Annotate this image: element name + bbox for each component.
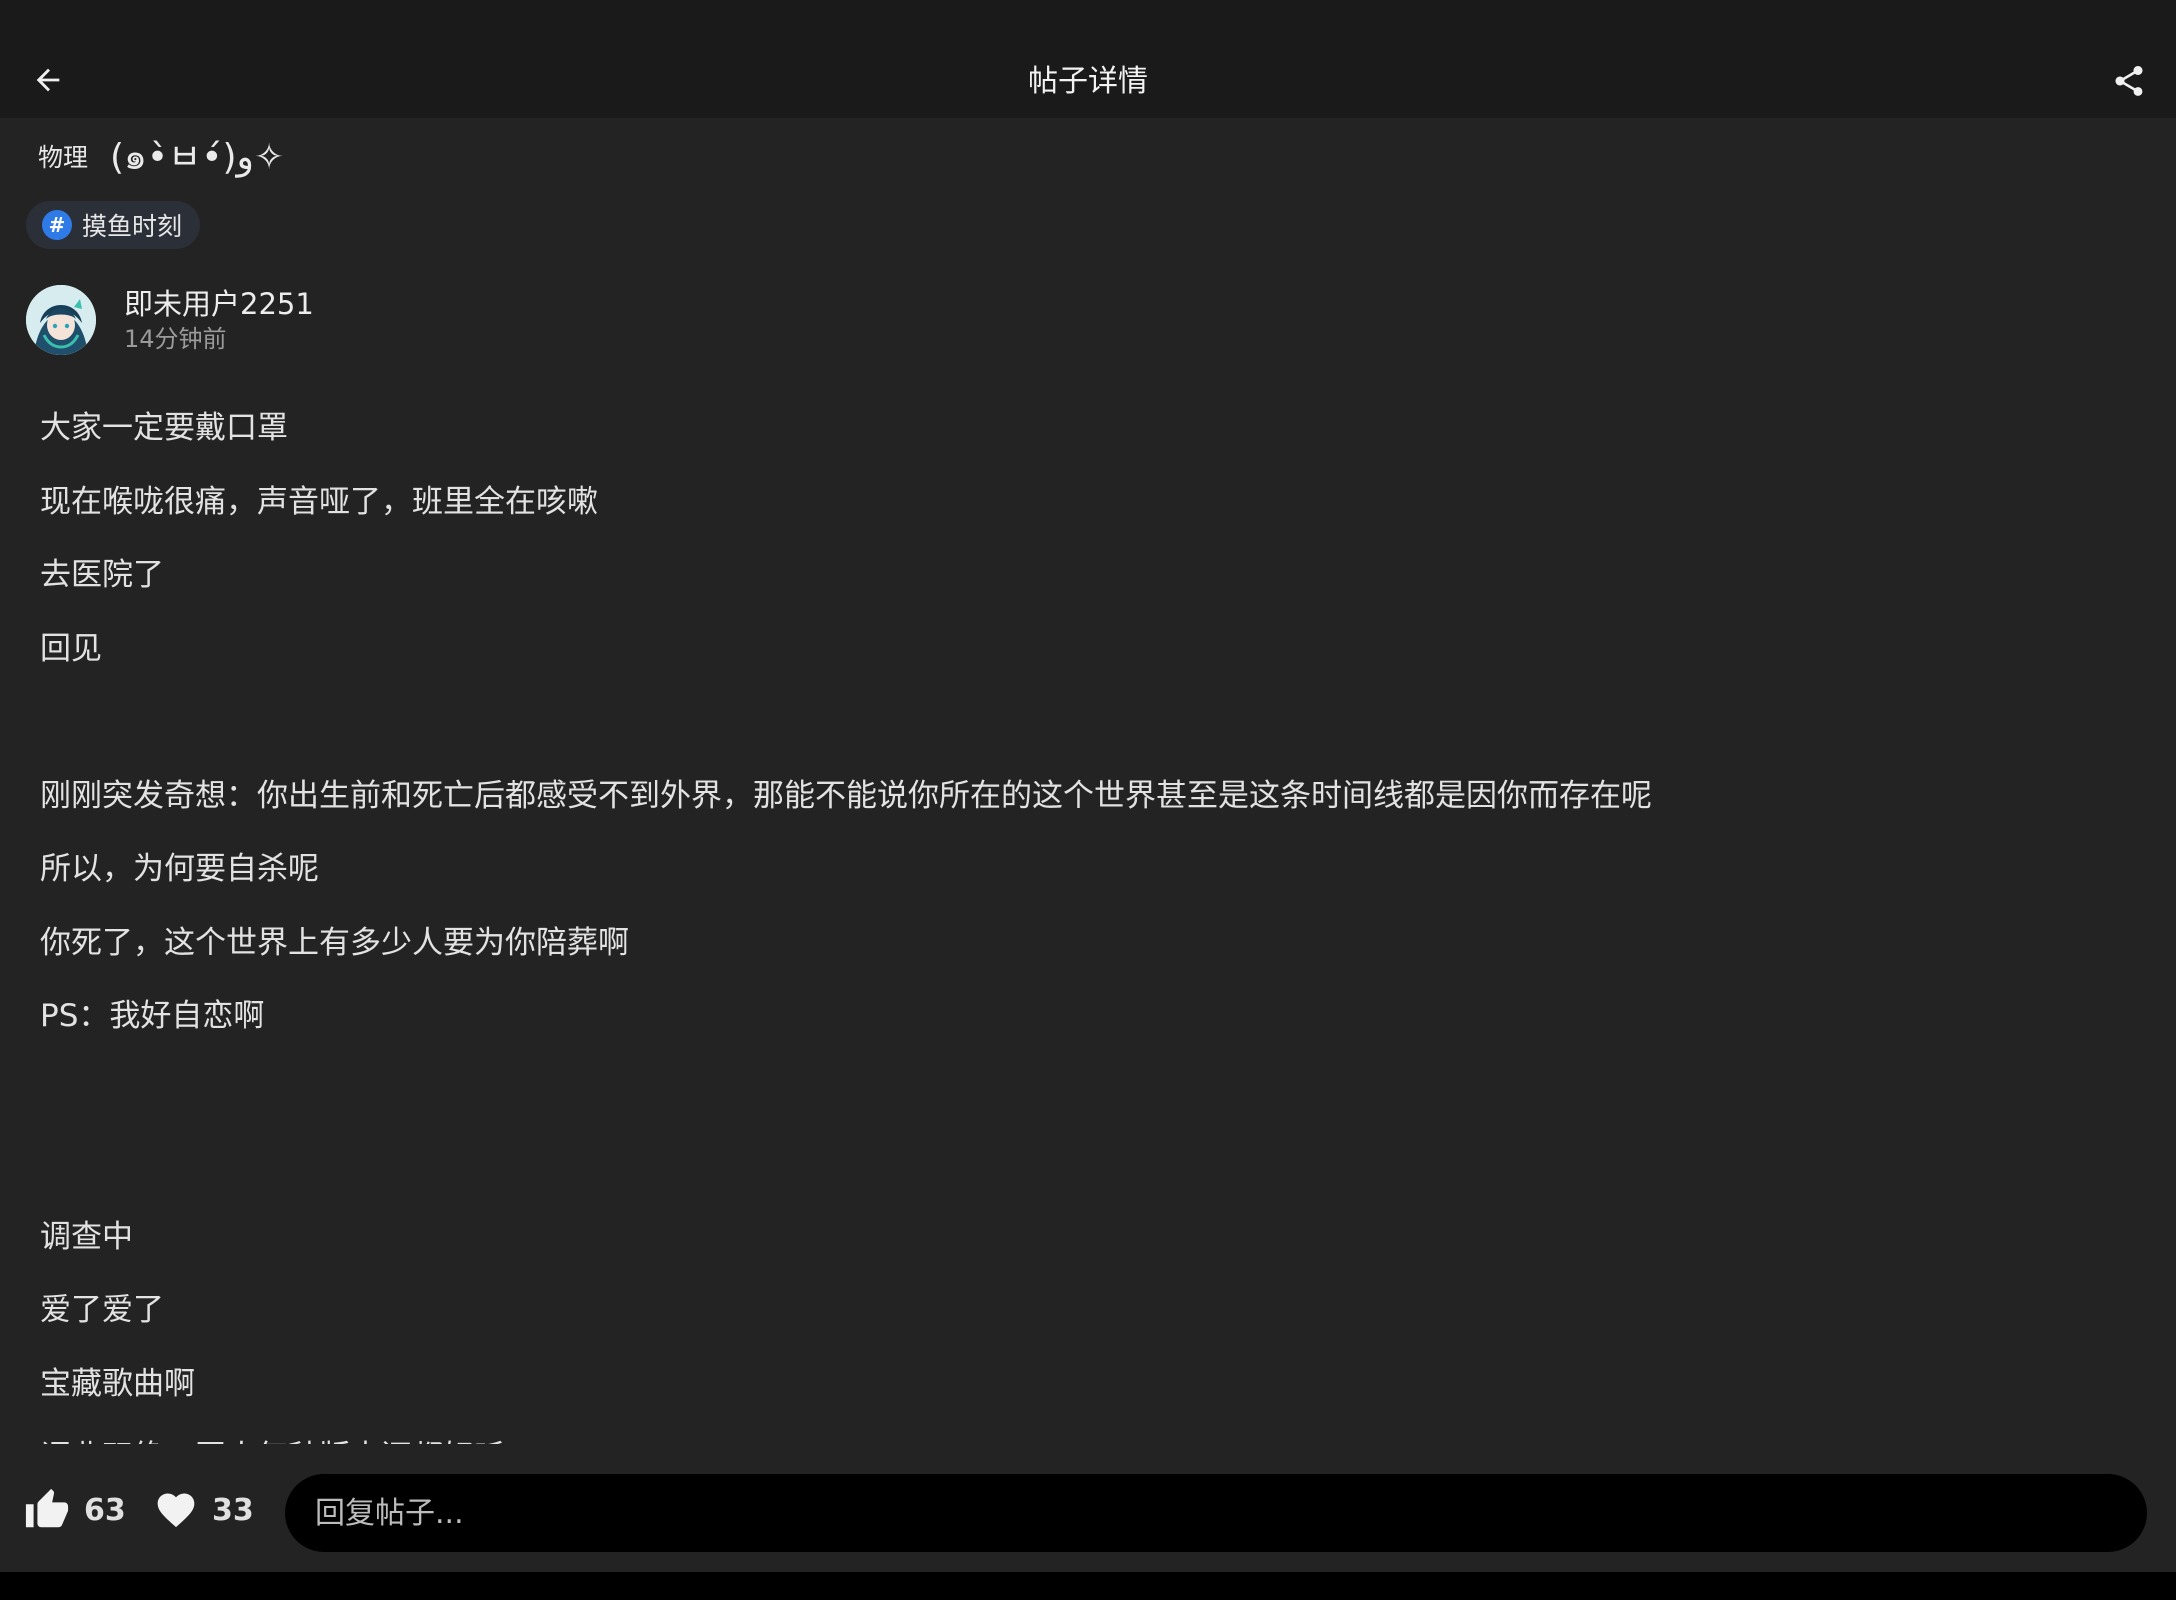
like-count: 63 xyxy=(84,1492,126,1528)
content-line: PS：我好自恋啊 xyxy=(40,998,265,1034)
content-line: 调查中 xyxy=(40,1218,133,1255)
page-title: 帖子详情 xyxy=(1028,64,1148,99)
post-time: 14分钟前 xyxy=(124,325,227,353)
content-line: 回见 xyxy=(40,630,102,667)
top-app-bar: 帖子详情 xyxy=(0,0,2176,118)
avatar[interactable] xyxy=(26,285,96,355)
topic-label: 摸鱼时刻 xyxy=(82,212,183,241)
share-icon xyxy=(2115,66,2143,96)
system-nav-strip xyxy=(0,1572,2176,1600)
thumbs-up-icon xyxy=(25,1488,69,1528)
reply-input[interactable] xyxy=(313,1494,2147,1532)
content-blank-line xyxy=(40,686,2140,760)
topic-tag[interactable]: # 摸鱼时刻 xyxy=(26,201,201,249)
author-info: 即未用户2251 14分钟前 xyxy=(124,285,314,355)
share-button[interactable] xyxy=(2104,56,2154,106)
author-row: 即未用户2251 14分钟前 xyxy=(26,284,314,356)
favorite-button[interactable]: 33 xyxy=(154,1480,254,1540)
subject-label: 物理 xyxy=(38,143,89,172)
post-content: 大家一定要戴口罩 现在喉咙很痛，声音哑了，班里全在咳嗽 去医院了 回见 刚刚突发… xyxy=(40,392,2140,1444)
content-line: 词曲双绝，国人每种版本还都好听 xyxy=(40,1421,2140,1444)
like-button[interactable]: 63 xyxy=(24,1480,126,1540)
favorite-count: 33 xyxy=(212,1492,254,1528)
bottom-action-bar: 63 33 xyxy=(0,1456,2176,1572)
content-line: 现在喉咙很痛，声音哑了，班里全在咳嗽 xyxy=(40,483,598,520)
post-subject-row: 物理 (๑•̀ㅂ•́)و✧ xyxy=(38,132,284,180)
content-line: 刚刚突发奇想：你出生前和死亡后都感受不到外界，那能不能说你所在的这个世界甚至是这… xyxy=(40,777,1652,814)
content-line: 去医院了 xyxy=(40,557,164,593)
author-name[interactable]: 即未用户2251 xyxy=(124,285,314,323)
content-line: 宝藏歌曲啊 xyxy=(40,1365,195,1402)
post-title: (๑•̀ㅂ•́)و✧ xyxy=(110,136,285,178)
reply-box[interactable] xyxy=(285,1474,2147,1552)
content-blank-line xyxy=(40,1127,2140,1201)
content-line: 你死了，这个世界上有多少人要为你陪葬啊 xyxy=(40,924,629,961)
content-line: 爱了爱了 xyxy=(40,1292,164,1328)
heart-icon xyxy=(157,1493,195,1528)
content-line: 所以，为何要自杀呢 xyxy=(40,851,319,887)
content-line: 大家一定要戴口罩 xyxy=(40,410,288,446)
content-blank-line xyxy=(40,1054,2140,1128)
hashtag-icon: # xyxy=(42,210,72,240)
